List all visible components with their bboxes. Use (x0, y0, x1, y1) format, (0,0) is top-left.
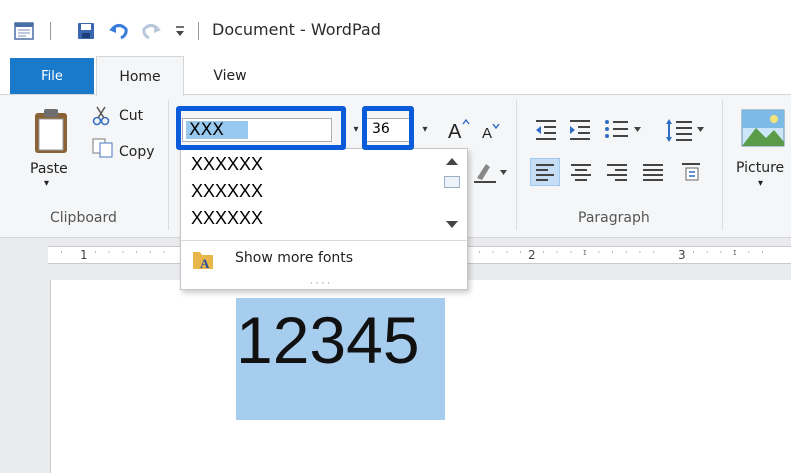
ruler-ticks: · · · ɪ · · (692, 248, 768, 258)
paste-icon[interactable] (32, 107, 72, 157)
save-icon[interactable] (76, 21, 96, 41)
group-separator (722, 100, 723, 230)
increase-indent-icon[interactable] (568, 118, 592, 140)
justify-icon[interactable] (642, 162, 664, 182)
grow-font-icon[interactable]: A (446, 118, 472, 142)
scroll-thumb[interactable] (444, 176, 460, 188)
picture-button[interactable]: Picture (736, 160, 784, 176)
align-right-icon[interactable] (606, 162, 628, 182)
font-size-dropdown-arrow[interactable]: ▾ (418, 120, 432, 140)
copy-button[interactable]: Copy (119, 144, 155, 160)
customize-quick-access-icon[interactable] (174, 24, 186, 38)
redo-icon[interactable] (140, 21, 162, 41)
font-name-highlight (176, 106, 346, 150)
dropdown-resize-grip[interactable]: · · · · (300, 280, 340, 289)
ruler-ticks: · (60, 248, 67, 258)
svg-text:A: A (448, 121, 462, 142)
document-text[interactable]: 12345 (236, 302, 420, 378)
title-separator (198, 22, 199, 40)
font-list-item[interactable]: XXXXXX (191, 181, 263, 202)
paragraph-settings-icon[interactable] (680, 160, 704, 184)
cut-button[interactable]: Cut (119, 108, 143, 124)
scroll-down-icon[interactable] (445, 220, 459, 230)
line-spacing-icon[interactable] (664, 118, 706, 142)
undo-icon[interactable] (108, 21, 130, 41)
clipboard-group-label: Clipboard (50, 210, 117, 226)
group-separator (516, 100, 517, 230)
picture-dropdown-arrow[interactable]: ▾ (758, 178, 763, 189)
ruler-mark: 3 (678, 248, 686, 262)
group-separator (168, 100, 169, 230)
decrease-indent-icon[interactable] (534, 118, 558, 140)
ruler-ticks: · · · · · · (94, 248, 170, 258)
shrink-font-icon[interactable]: A (480, 120, 502, 142)
align-left-icon[interactable] (530, 158, 560, 186)
paragraph-group-label: Paragraph (578, 210, 650, 226)
font-size-highlight (362, 106, 414, 150)
copy-icon[interactable] (92, 138, 114, 158)
window-title: Document - WordPad (212, 20, 381, 39)
show-more-fonts-button[interactable]: A Show more fonts (181, 241, 467, 277)
show-more-fonts-label: Show more fonts (235, 250, 354, 266)
wordpad-app-icon[interactable] (14, 21, 34, 41)
text-highlight-color-icon[interactable] (474, 158, 510, 184)
svg-text:A: A (482, 125, 492, 142)
ruler-mark: 1 (80, 248, 88, 262)
ruler-ticks: · · · · (478, 248, 527, 258)
bullets-icon[interactable] (604, 118, 644, 140)
picture-icon[interactable] (740, 108, 786, 148)
font-list-item[interactable]: XXXXXX (191, 154, 263, 175)
align-center-icon[interactable] (570, 162, 592, 182)
ruler-ticks: · · · ɪ · · · · · (542, 248, 660, 258)
font-name-dropdown-arrow[interactable]: ▾ (350, 120, 362, 140)
cut-icon[interactable] (92, 106, 110, 126)
font-folder-icon: A (193, 252, 213, 271)
paste-button[interactable]: Paste (30, 161, 68, 177)
font-list-scrollbar[interactable] (440, 150, 466, 240)
scroll-up-icon[interactable] (445, 156, 459, 166)
paste-dropdown-arrow[interactable]: ▾ (44, 178, 49, 189)
title-separator (50, 22, 51, 40)
tab-view[interactable]: View (200, 58, 260, 94)
tab-file[interactable]: File (10, 58, 94, 94)
svg-text:A: A (200, 256, 210, 271)
tab-home[interactable]: Home (96, 56, 184, 96)
font-list-item[interactable]: XXXXXX (191, 208, 263, 229)
ruler-mark: 2 (528, 248, 536, 262)
